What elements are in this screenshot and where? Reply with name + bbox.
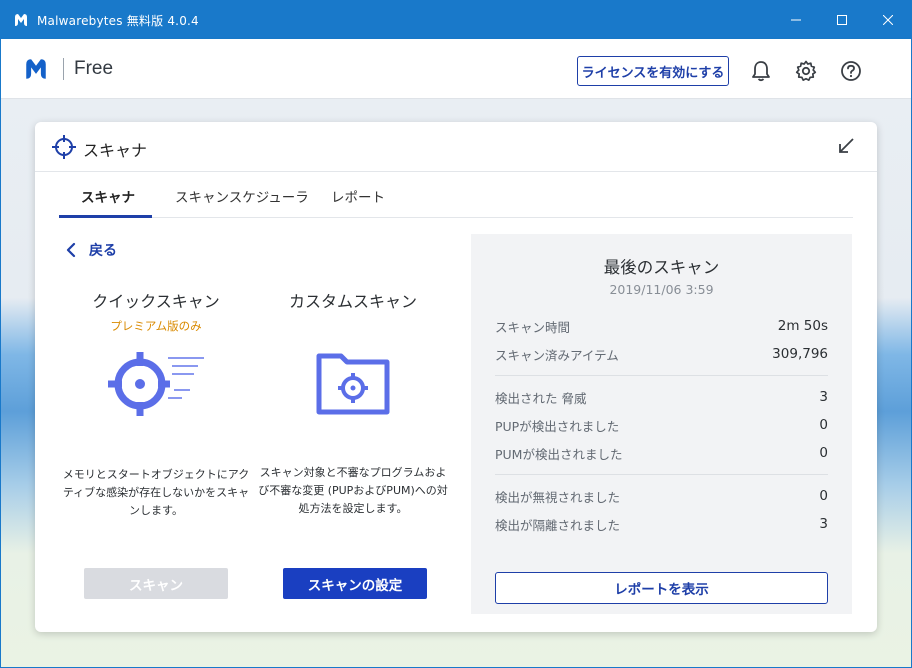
stat-value: 0 (819, 445, 828, 461)
bell-icon[interactable] (749, 59, 773, 83)
quick-scan-title: クイックスキャン (92, 292, 220, 311)
stat-row: 検出が隔離されました 3 (495, 514, 828, 534)
folder-target-icon (253, 346, 453, 422)
custom-scan-option: カスタムスキャン スキャン対象と不審なプログラムおよび不審な変更 (PUPおよび… (253, 288, 453, 518)
stat-value: 309,796 (772, 346, 828, 362)
stat-value: 3 (819, 516, 828, 532)
close-button[interactable] (865, 1, 911, 39)
stat-row: 検出が無視されました 0 (495, 486, 828, 506)
stat-label: PUPが検出されました (495, 418, 620, 434)
tab-scan-scheduler[interactable]: スキャンスケジューラ (175, 174, 309, 218)
view-report-button[interactable]: レポートを表示 (495, 572, 828, 604)
quick-scan-description: メモリとスタートオブジェクトにアクティブな感染が存在しないかをスキャンします。 (62, 468, 250, 517)
card-header: スキャナ (35, 122, 877, 172)
malwarebytes-logo-icon (13, 12, 29, 28)
quick-scan-option: クイックスキャン プレミアム版のみ メモリとスタートオブジェクトにアクティブな感… (56, 288, 256, 520)
title-bar[interactable]: Malwarebytes 無料版 4.0.4 (1, 1, 911, 39)
divider (495, 375, 828, 376)
tab-bar: スキャナ スキャンスケジューラ レポート (59, 174, 853, 218)
custom-scan-description: スキャン対象と不審なプログラムおよび不審な変更 (PUPおよびPUM)への対処方… (258, 466, 448, 515)
stat-label: PUMが検出されました (495, 446, 623, 462)
stat-row: PUPが検出されました 0 (495, 415, 828, 435)
edition-label: Free (74, 58, 114, 79)
stat-row: スキャン時間 2m 50s (495, 316, 828, 336)
card-title: スキャナ (83, 141, 148, 160)
stat-row: スキャン済みアイテム 309,796 (495, 344, 828, 364)
tab-label: スキャナ (81, 190, 135, 206)
tab-reports[interactable]: レポート (331, 174, 385, 218)
brand: Free (23, 53, 113, 85)
app-window: Malwarebytes 無料版 4.0.4 Free ライセンスを有効にする (0, 0, 912, 668)
back-label: 戻る (89, 243, 117, 259)
gear-icon[interactable] (794, 59, 818, 83)
activate-license-button[interactable]: ライセンスを有効にする (577, 56, 729, 86)
back-link[interactable]: 戻る (65, 240, 117, 260)
custom-scan-title: カスタムスキャン (288, 292, 417, 311)
stat-row: PUMが検出されました 0 (495, 443, 828, 463)
stat-value: 0 (819, 417, 828, 433)
divider (495, 474, 828, 475)
tab-label: レポート (331, 190, 385, 206)
crosshair-icon (52, 135, 76, 159)
window-title: Malwarebytes 無料版 4.0.4 (37, 13, 199, 28)
stat-value: 2m 50s (777, 318, 828, 334)
configure-scan-button[interactable]: スキャンの設定 (283, 568, 427, 599)
stat-label: 検出された 脅威 (495, 390, 587, 406)
stat-value: 0 (819, 488, 828, 504)
premium-only-badge: プレミアム版のみ (110, 319, 202, 333)
stat-label: スキャン済みアイテム (495, 347, 619, 363)
minimize-button[interactable] (773, 1, 819, 39)
stat-value: 3 (819, 389, 828, 405)
chevron-left-icon (65, 242, 77, 258)
maximize-button[interactable] (819, 1, 865, 39)
quick-scan-graphic-icon (56, 348, 256, 424)
stat-row: 検出された 脅威 3 (495, 387, 828, 407)
tab-scanner[interactable]: スキャナ (81, 174, 135, 218)
tab-label: スキャンスケジューラ (175, 190, 309, 206)
help-icon[interactable] (839, 59, 863, 83)
collapse-arrow-icon[interactable] (837, 137, 857, 157)
stat-label: 検出が無視されました (495, 489, 621, 505)
app-header: Free ライセンスを有効にする (1, 39, 911, 99)
window-controls (773, 1, 911, 39)
quick-scan-button[interactable]: スキャン (84, 568, 228, 599)
last-scan-title: 最後のスキャン (603, 258, 720, 277)
scanner-card: スキャナ スキャナ スキャンスケジューラ レポート 戻る クイックスキャン プレ… (35, 122, 877, 632)
brand-separator (63, 58, 64, 80)
stat-label: 検出が隔離されました (495, 517, 621, 533)
last-scan-date: 2019/11/06 3:59 (609, 282, 714, 297)
malwarebytes-logo-icon (23, 56, 49, 82)
stat-label: スキャン時間 (495, 319, 571, 335)
last-scan-panel: 最後のスキャン 2019/11/06 3:59 スキャン時間 2m 50s スキ… (471, 234, 852, 614)
active-tab-indicator (59, 215, 152, 218)
